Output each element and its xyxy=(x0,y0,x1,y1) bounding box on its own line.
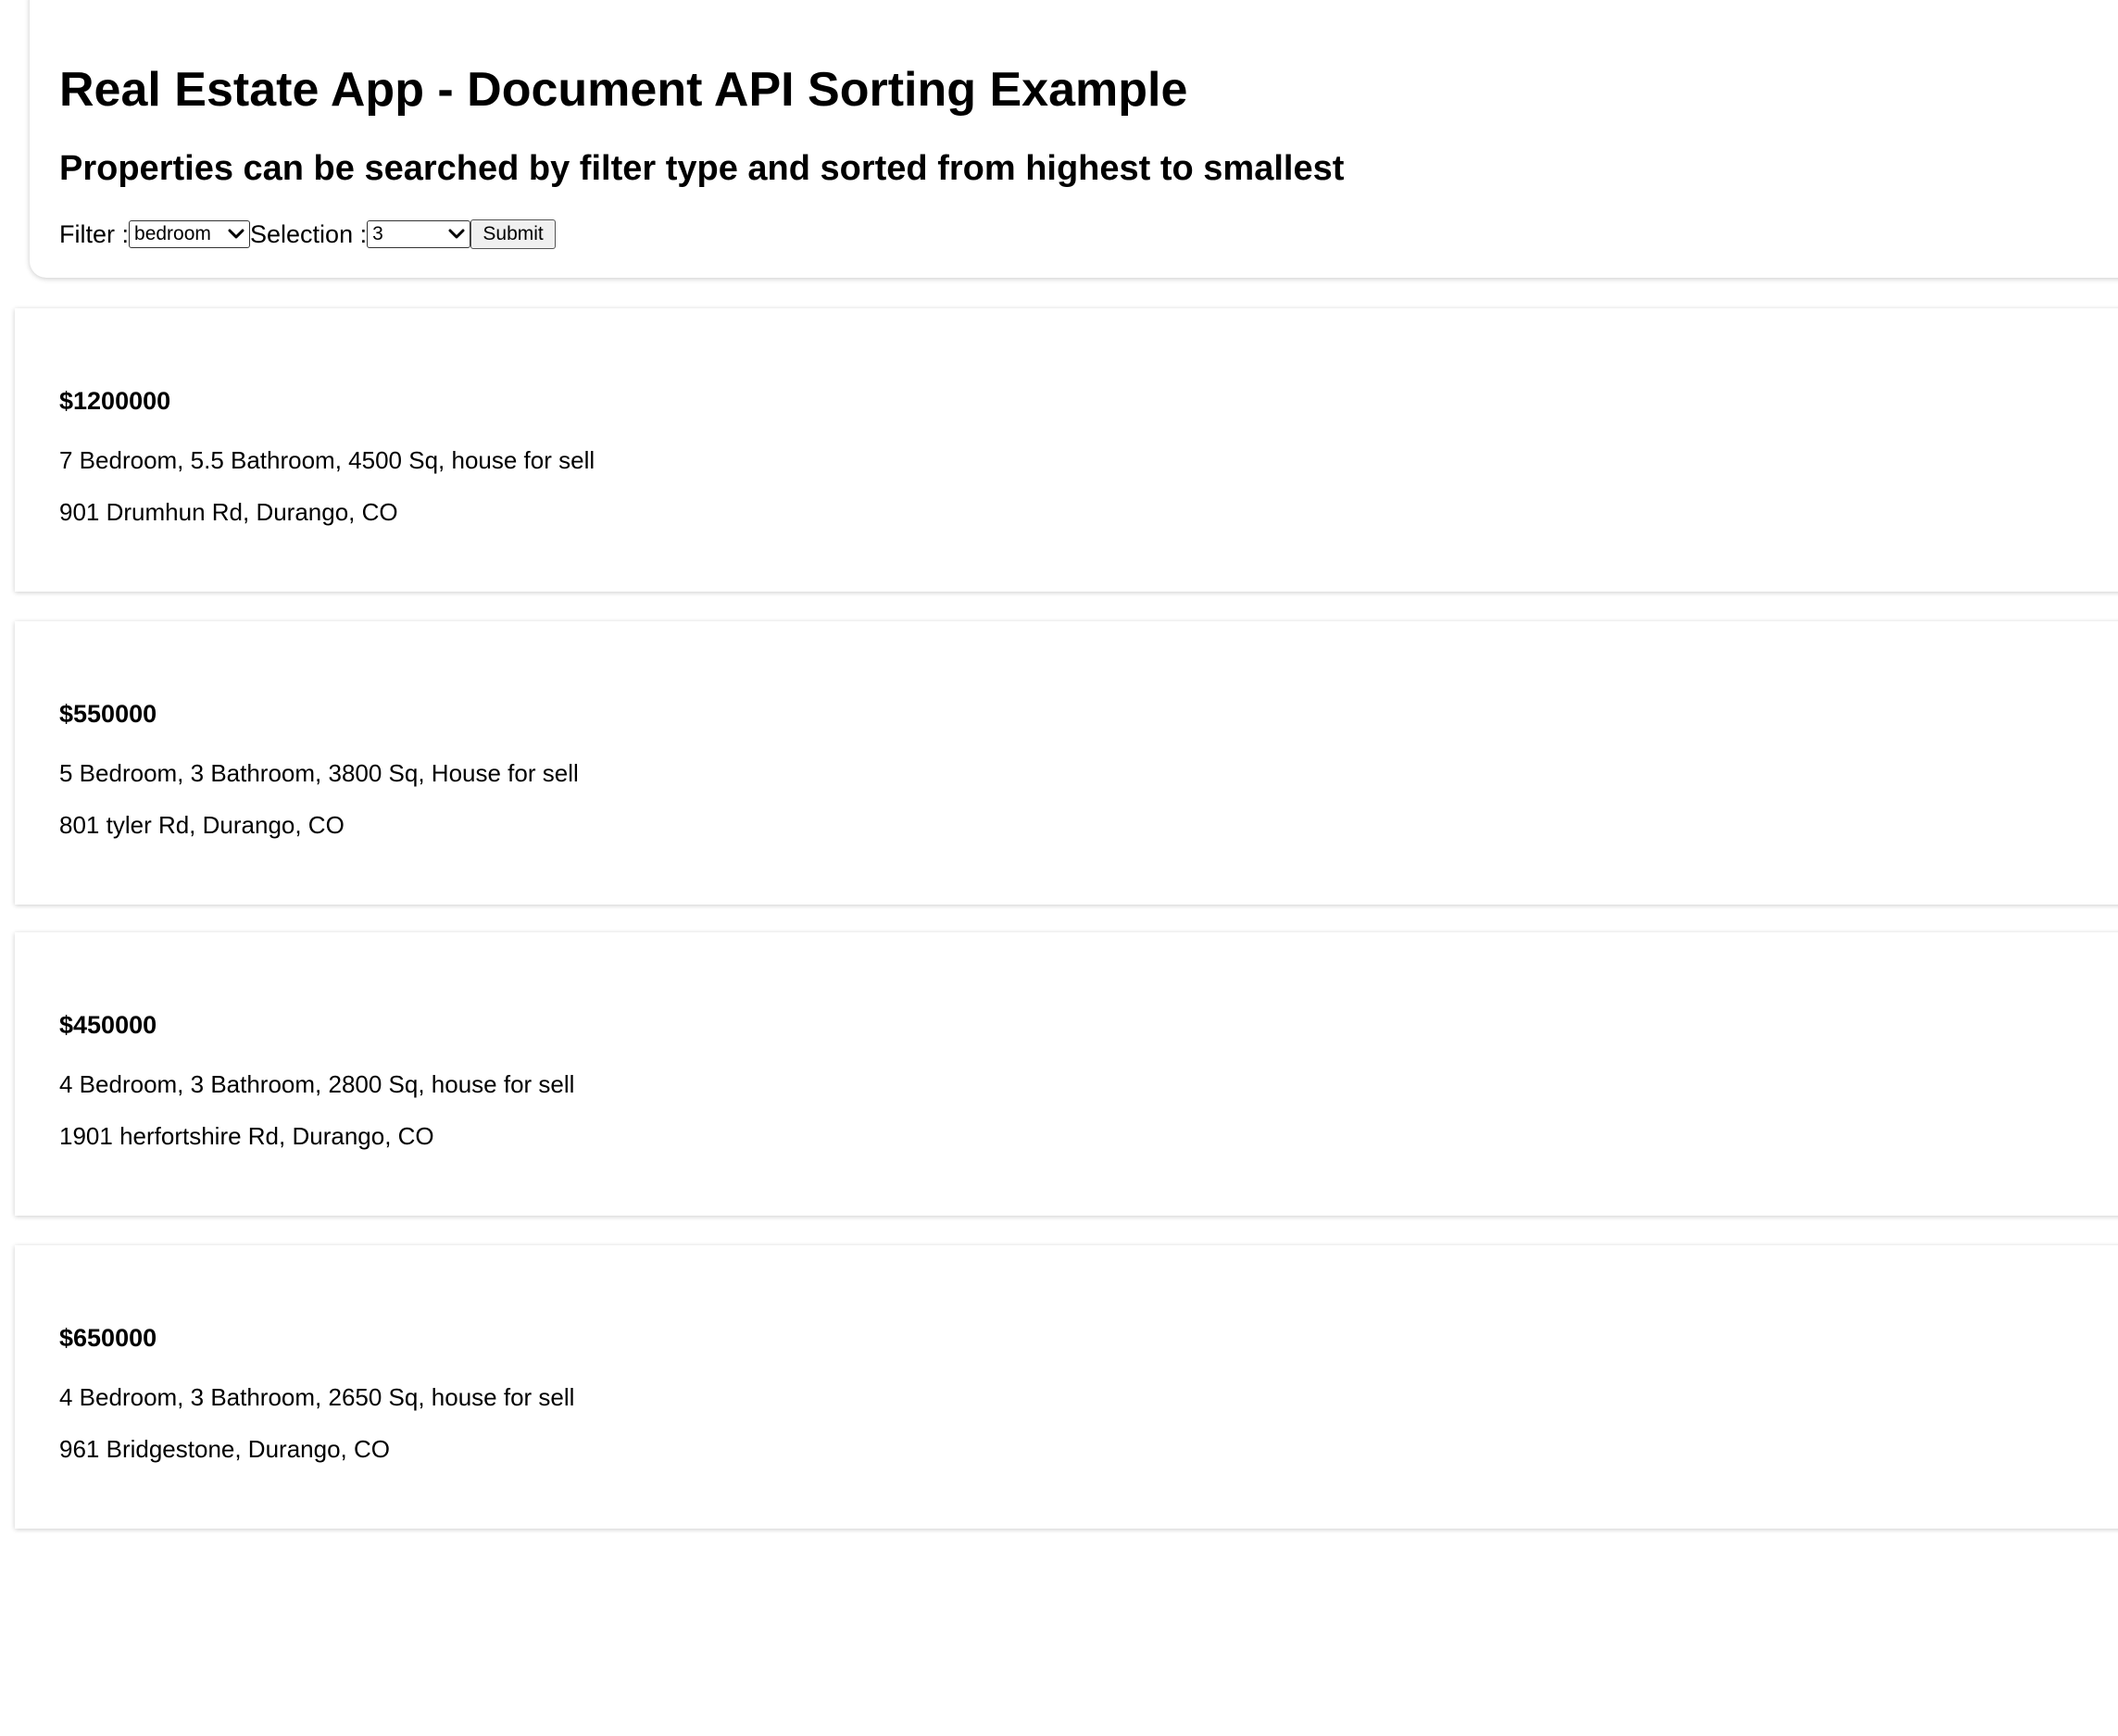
listing-description: 4 Bedroom, 3 Bathroom, 2800 Sq, house fo… xyxy=(59,1070,575,1098)
selection-select[interactable]: 3 xyxy=(367,220,471,248)
listing-card: $650000 4 Bedroom, 3 Bathroom, 2650 Sq, … xyxy=(15,1245,2118,1529)
listing-card: $550000 5 Bedroom, 3 Bathroom, 3800 Sq, … xyxy=(15,621,2118,905)
chevron-down-icon xyxy=(447,228,466,241)
listing-price: $650000 xyxy=(59,1324,157,1352)
filter-controls: Filter : bedroom Selection : 3 Submit xyxy=(59,217,557,252)
selection-select-value: 3 xyxy=(372,223,383,244)
listing-card: $1200000 7 Bedroom, 5.5 Bathroom, 4500 S… xyxy=(15,308,2118,592)
selection-label: Selection : xyxy=(250,219,368,248)
submit-button[interactable]: Submit xyxy=(470,219,557,249)
listing-card: $450000 4 Bedroom, 3 Bathroom, 2800 Sq, … xyxy=(15,932,2118,1216)
listing-address: 1901 herfortshire Rd, Durango, CO xyxy=(59,1122,434,1150)
page-subtitle: Properties can be searched by filter typ… xyxy=(59,149,1345,188)
listing-address: 801 tyler Rd, Durango, CO xyxy=(59,811,345,839)
page-title: Real Estate App - Document API Sorting E… xyxy=(59,63,1188,117)
listing-description: 7 Bedroom, 5.5 Bathroom, 4500 Sq, house … xyxy=(59,446,595,474)
listing-address: 961 Bridgestone, Durango, CO xyxy=(59,1435,390,1463)
listing-description: 5 Bedroom, 3 Bathroom, 3800 Sq, House fo… xyxy=(59,759,579,787)
filter-label: Filter : xyxy=(59,219,130,248)
listing-price: $1200000 xyxy=(59,387,171,415)
listing-address: 901 Drumhun Rd, Durango, CO xyxy=(59,498,398,526)
listing-price: $550000 xyxy=(59,700,157,728)
chevron-down-icon xyxy=(227,228,245,241)
listing-description: 4 Bedroom, 3 Bathroom, 2650 Sq, house fo… xyxy=(59,1383,575,1411)
filter-select[interactable]: bedroom xyxy=(129,220,251,248)
listing-price: $450000 xyxy=(59,1011,157,1039)
filter-select-value: bedroom xyxy=(134,223,211,244)
